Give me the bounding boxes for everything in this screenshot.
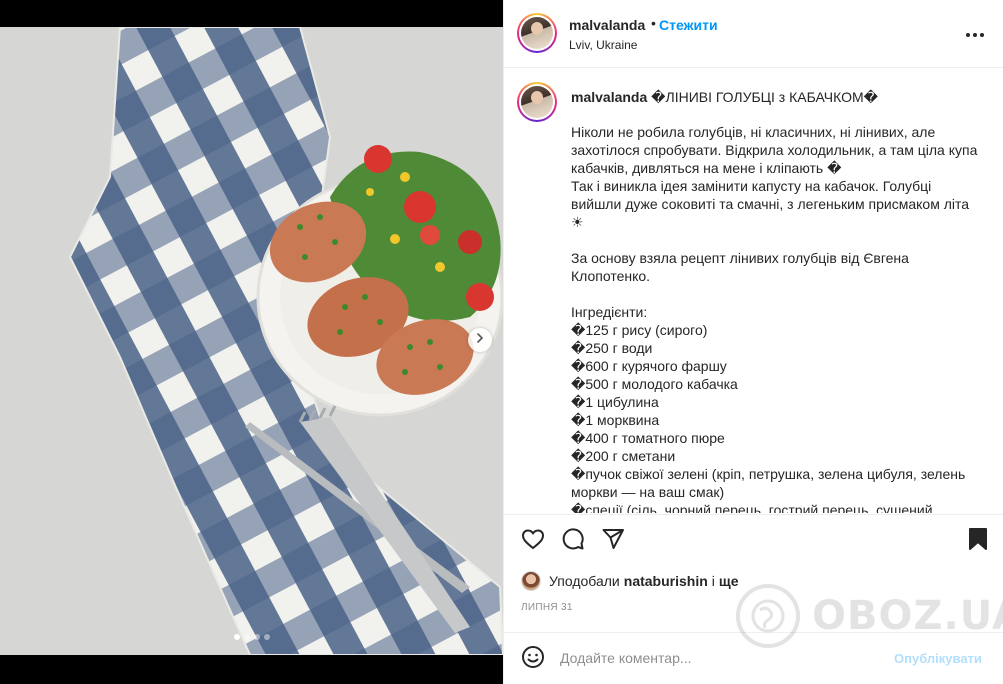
photo-pane xyxy=(0,0,503,684)
caption-area[interactable]: malvalanda �ЛІНИВІ ГОЛУБЦІ з КАБАЧКОМ� Н… xyxy=(504,69,1003,513)
carousel-dot xyxy=(234,634,240,640)
comment-button[interactable] xyxy=(559,527,587,555)
carousel-dot xyxy=(244,634,250,640)
caption-username[interactable]: malvalanda xyxy=(571,89,647,105)
like-button[interactable] xyxy=(519,527,547,555)
avatar[interactable] xyxy=(517,13,557,53)
comment-icon xyxy=(561,527,585,556)
caption-avatar[interactable] xyxy=(517,82,557,122)
username-link[interactable]: malvalanda xyxy=(569,17,645,33)
caption-title-line: malvalanda �ЛІНИВІ ГОЛУБЦІ з КАБАЧКОМ� xyxy=(571,89,878,106)
watermark: OBOZ.UA xyxy=(736,584,1003,648)
chevron-right-icon xyxy=(474,331,486,349)
food-photo-illustration xyxy=(0,27,503,655)
location-link[interactable]: Lviv, Ukraine xyxy=(569,38,637,52)
more-options-button[interactable] xyxy=(963,22,987,46)
globe-logo-icon xyxy=(736,584,800,648)
bookmark-icon xyxy=(967,527,989,556)
post-header: malvalanda • Стежити Lviv, Ukraine xyxy=(504,0,1003,68)
share-button[interactable] xyxy=(599,527,627,555)
comment-input[interactable] xyxy=(560,647,880,669)
share-icon xyxy=(601,527,625,556)
likes-and: і xyxy=(711,573,715,589)
separator-dot: • xyxy=(651,15,656,31)
post-photo[interactable] xyxy=(0,27,503,655)
caption-title: �ЛІНИВІ ГОЛУБЦІ з КАБАЧКОМ� xyxy=(651,89,878,105)
save-button[interactable] xyxy=(964,527,992,555)
watermark-text: OBOZ.UA xyxy=(812,593,1003,639)
heart-icon xyxy=(521,527,545,556)
follow-button[interactable]: Стежити xyxy=(659,17,718,33)
liker-avatar[interactable] xyxy=(521,571,541,591)
emoji-icon xyxy=(521,645,545,674)
likes-summary: Уподобали nataburishin і ще xyxy=(521,571,743,591)
carousel-indicator xyxy=(234,634,270,640)
caption-body: Ніколи не робила голубців, ні класичних,… xyxy=(571,124,978,513)
post-date[interactable]: ЛИПНЯ 31 xyxy=(521,602,573,613)
post-panel: malvalanda • Стежити Lviv, Ukraine malva… xyxy=(503,0,1003,684)
carousel-dot xyxy=(254,634,260,640)
more-horizontal-icon xyxy=(965,25,985,43)
carousel-next-button[interactable] xyxy=(468,328,492,352)
caption-text: Ніколи не робила голубців, ні класичних,… xyxy=(571,123,981,513)
carousel-dot xyxy=(264,634,270,640)
likes-prefix: Уподобали xyxy=(549,573,620,589)
publish-button[interactable]: Опублікувати xyxy=(894,651,982,666)
liker-username[interactable]: nataburishin xyxy=(624,573,708,589)
emoji-button[interactable] xyxy=(519,645,547,673)
